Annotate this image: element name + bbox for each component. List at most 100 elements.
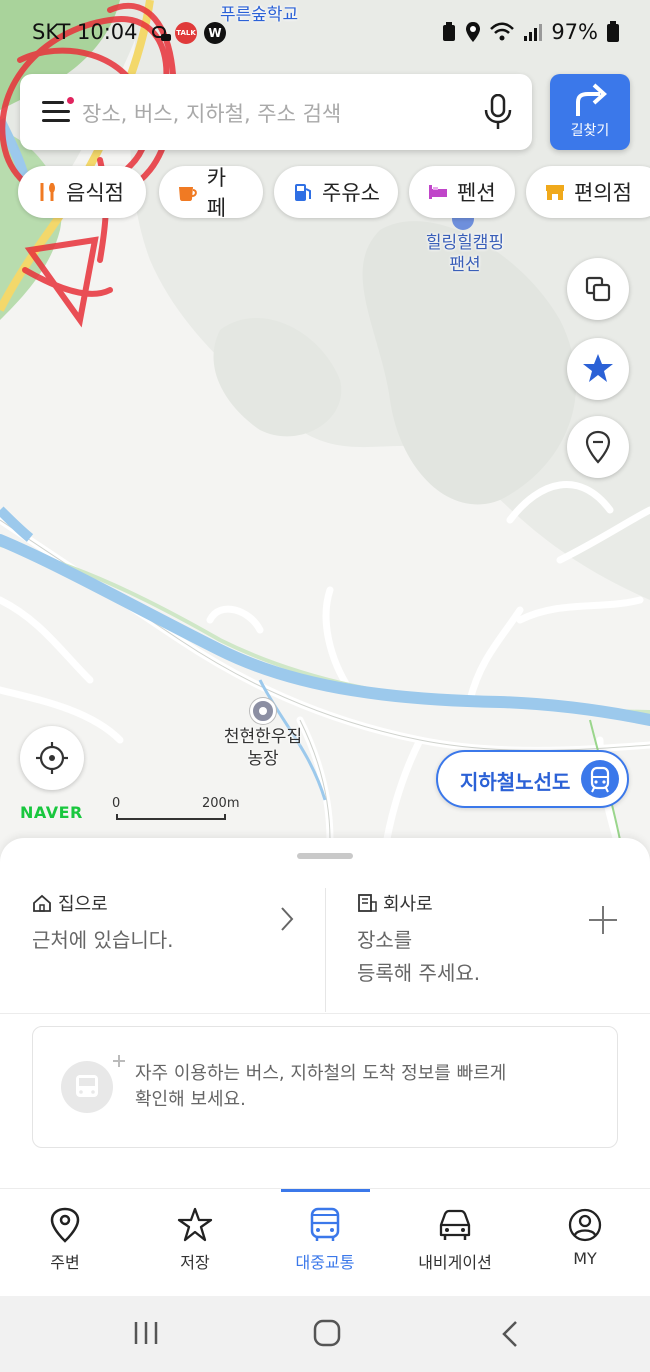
bottom-sheet[interactable]: 집으로 근처에 있습니다. 회사로 장소를 등록해 주세요. 자주 이용하는 버… (0, 838, 650, 1190)
farm-name-line1: 천현한우집 (223, 727, 303, 747)
star-icon (583, 354, 613, 382)
tab-label: 내비게이션 (418, 1253, 492, 1272)
search-bar[interactable]: 장소, 버스, 지하철, 주소 검색 (20, 74, 532, 150)
transit-info-line2: 확인해 보세요. (135, 1089, 246, 1110)
w-app-icon: W (204, 22, 226, 44)
farm-marker-icon[interactable] (250, 698, 276, 724)
user-icon (568, 1208, 602, 1242)
chip-label: 펜션 (457, 181, 496, 205)
chip-label: 음식점 (66, 181, 124, 205)
transit-info-card[interactable]: 자주 이용하는 버스, 지하철의 도착 정보를 빠르게 확인해 보세요. (32, 1026, 618, 1148)
building-icon (358, 894, 377, 912)
favorites-map-button[interactable] (567, 338, 629, 400)
chevron-right-icon[interactable] (280, 906, 294, 932)
status-time: SKT 10:04 (32, 20, 138, 44)
plus-icon[interactable] (587, 904, 619, 936)
battery-icon (607, 21, 619, 42)
home-desc: 근처에 있습니다. (32, 928, 174, 952)
work-title-text: 회사로 (383, 894, 433, 915)
chip-restaurant[interactable]: 음식점 (18, 166, 146, 218)
back-icon[interactable] (500, 1320, 520, 1348)
subway-map-label: 지하철노선도 (460, 770, 571, 794)
bottom-tab-bar: 주변 저장 대중교통 내비게이션 MY (0, 1188, 650, 1297)
battery-percent: 97% (551, 20, 598, 44)
chip-cafe[interactable]: 카페 (159, 166, 263, 220)
pension-name-line2: 팬션 (449, 255, 481, 275)
store-icon (546, 185, 564, 200)
current-location-button[interactable] (20, 726, 84, 790)
message-icon (152, 24, 172, 48)
tab-transit[interactable]: 대중교통 (260, 1189, 390, 1297)
status-bar: SKT 10:04 TALK W 97% (0, 12, 650, 52)
place-pin-button[interactable] (567, 416, 629, 478)
home-icon (33, 894, 51, 912)
naver-logo: NAVER (20, 803, 83, 822)
recent-apps-icon[interactable] (132, 1320, 160, 1346)
chip-gas-station[interactable]: 주유소 (274, 166, 398, 218)
route-arrow-icon (576, 83, 607, 116)
fork-spoon-icon (40, 183, 55, 201)
sheet-drag-handle[interactable] (297, 853, 353, 859)
crosshair-icon (36, 742, 68, 774)
star-outline-icon (177, 1207, 213, 1242)
map-label-pension[interactable]: 힐링힐캠핑 팬션 (410, 232, 520, 276)
pension-name-line1: 힐링힐캠핑 (425, 233, 505, 253)
signal-icon (524, 24, 543, 41)
home-title-text: 집으로 (58, 894, 108, 915)
status-right-icons: 97% (441, 20, 620, 44)
pin-minus-icon (585, 430, 611, 464)
scale-zero: 0 (112, 796, 121, 811)
tab-label: 대중교통 (295, 1253, 355, 1272)
chip-convenience-store[interactable]: 편의점 (526, 166, 650, 218)
system-navigation-bar (0, 1296, 650, 1372)
tab-label: 주변 (50, 1253, 80, 1272)
bus-icon (310, 1207, 340, 1241)
map-layers-button[interactable] (567, 258, 629, 320)
work-desc-line1: 장소를 (357, 928, 413, 952)
tab-label: MY (573, 1249, 597, 1268)
chip-pension[interactable]: 펜션 (409, 166, 515, 218)
layers-icon (585, 276, 611, 302)
tab-saved[interactable]: 저장 (130, 1189, 260, 1297)
bed-icon (429, 185, 447, 199)
tab-my[interactable]: MY (520, 1189, 650, 1297)
tab-nearby[interactable]: 주변 (0, 1189, 130, 1297)
map-label-farm[interactable]: 천현한우집 농장 (206, 726, 320, 770)
chip-label: 주유소 (322, 181, 380, 205)
location-status-icon (466, 22, 481, 42)
directions-button[interactable]: 길찾기 (550, 74, 630, 150)
wifi-icon (490, 22, 515, 41)
home-title: 집으로 (32, 890, 108, 916)
subway-map-button[interactable]: 지하철노선도 (436, 750, 629, 808)
transit-info-line1: 자주 이용하는 버스, 지하철의 도착 정보를 빠르게 (135, 1063, 507, 1084)
microphone-icon[interactable] (484, 93, 512, 130)
chip-label: 카페 (206, 166, 227, 220)
gas-pump-icon (295, 184, 311, 201)
chip-label: 편의점 (574, 181, 632, 205)
kakaotalk-icon: TALK (175, 22, 197, 44)
directions-label: 길찾기 (570, 123, 610, 139)
search-input[interactable]: 장소, 버스, 지하철, 주소 검색 (82, 98, 341, 128)
home-button-icon[interactable] (312, 1318, 342, 1348)
bus-add-icon (61, 1055, 125, 1113)
work-shortcut[interactable]: 회사로 장소를 등록해 주세요. (357, 886, 619, 1014)
favorites-divider (325, 888, 326, 1012)
location-pin-icon (50, 1207, 80, 1243)
tab-navigation[interactable]: 내비게이션 (390, 1189, 520, 1297)
work-desc: 장소를 등록해 주세요. (357, 924, 480, 990)
work-title: 회사로 (357, 890, 433, 916)
transit-info-text: 자주 이용하는 버스, 지하철의 도착 정보를 빠르게 확인해 보세요. (135, 1061, 506, 1113)
tab-label: 저장 (180, 1253, 210, 1272)
menu-icon[interactable] (42, 97, 74, 125)
notification-dot (67, 97, 74, 104)
car-icon (439, 1209, 471, 1240)
farm-name-line2: 농장 (247, 749, 279, 769)
section-divider (0, 1013, 650, 1014)
battery-saver-icon (443, 22, 456, 41)
map-view[interactable]: 푸른숲학교 힐링힐캠핑 팬션 천현한우집 농장 SKT 10:04 TALK W… (0, 0, 650, 870)
work-desc-line2: 등록해 주세요. (357, 961, 481, 985)
home-shortcut[interactable]: 집으로 근처에 있습니다. (32, 886, 294, 1014)
coffee-cup-icon (179, 187, 197, 201)
train-icon (581, 760, 619, 798)
map-scale: 0 200m (112, 796, 239, 820)
